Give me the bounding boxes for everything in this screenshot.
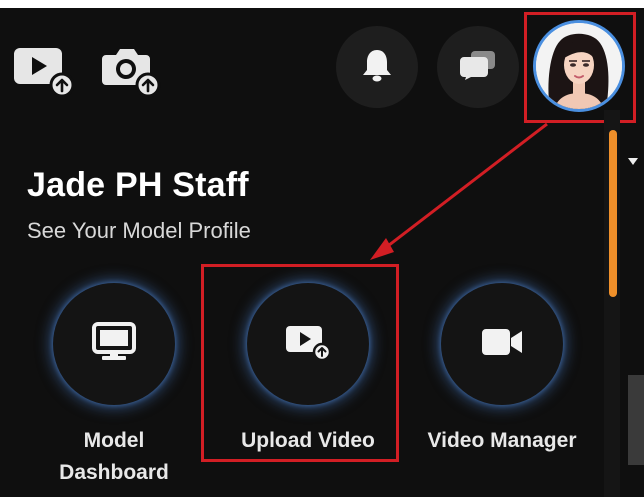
upload-photo-icon[interactable] [100, 45, 162, 98]
bell-icon [361, 48, 393, 87]
annotation-arrow [370, 122, 548, 260]
video-manager-label[interactable]: Video Manager [402, 425, 602, 457]
model-dashboard-label[interactable]: Model Dashboard [24, 425, 204, 489]
video-camera-icon [480, 326, 524, 363]
model-dashboard-label-line2: Dashboard [59, 461, 169, 484]
upload-video-icon[interactable] [12, 45, 75, 98]
top-strip [0, 0, 644, 8]
background-thumbnail-edge [628, 375, 644, 465]
profile-name: Jade PH Staff [27, 166, 249, 204]
see-profile-link[interactable]: See Your Model Profile [27, 218, 251, 244]
upload-video-icon [284, 322, 332, 367]
upload-video-button[interactable] [247, 283, 369, 405]
avatar[interactable] [533, 20, 625, 112]
model-dashboard-label-line1: Model [83, 429, 145, 452]
chat-icon [459, 49, 497, 86]
monitor-icon [92, 321, 136, 367]
messages-button[interactable] [437, 26, 519, 108]
scrollbar-thumb[interactable] [609, 130, 617, 297]
caret-up-icon [628, 158, 638, 165]
notifications-button[interactable] [336, 26, 418, 108]
video-manager-button[interactable] [441, 283, 563, 405]
model-dashboard-button[interactable] [53, 283, 175, 405]
upload-video-label[interactable]: Upload Video [208, 425, 408, 457]
